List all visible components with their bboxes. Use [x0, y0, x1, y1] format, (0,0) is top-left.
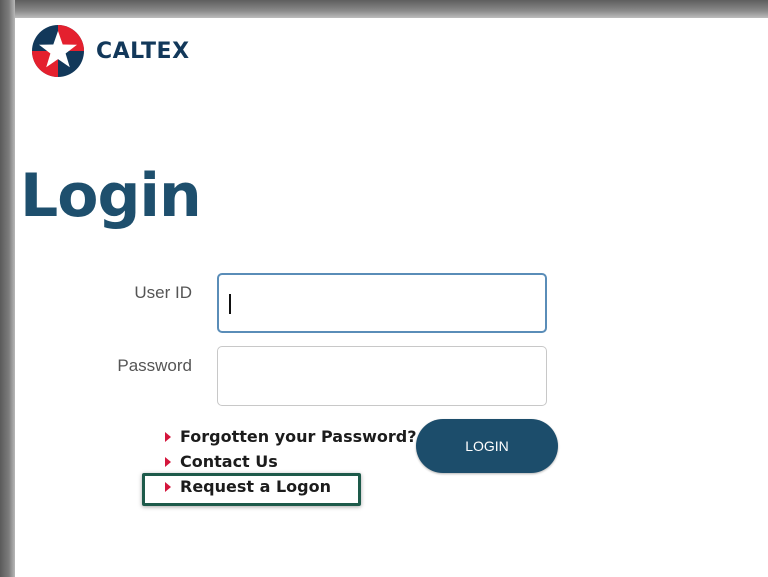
- forgot-password-label: Forgotten your Password?: [180, 427, 417, 446]
- brand-name: CALTEX: [96, 38, 190, 64]
- user-id-label: User ID: [134, 283, 192, 302]
- arrow-right-icon: [165, 431, 171, 442]
- password-input[interactable]: [217, 346, 547, 406]
- forgot-password-link[interactable]: Forgotten your Password?: [165, 424, 417, 449]
- user-id-input[interactable]: [217, 273, 547, 333]
- window-frame-left: [0, 0, 15, 577]
- request-logon-highlight-box: [142, 473, 361, 506]
- password-label: Password: [117, 356, 192, 375]
- contact-us-link[interactable]: Contact Us: [165, 449, 417, 474]
- login-button[interactable]: LOGIN: [416, 419, 558, 473]
- page-title: Login: [20, 161, 202, 231]
- caltex-star-icon: [32, 25, 84, 77]
- arrow-right-icon: [165, 456, 171, 467]
- caltex-logo[interactable]: CALTEX: [31, 24, 190, 78]
- login-page: CALTEX Login User ID Password Forgotten …: [15, 18, 768, 577]
- window-frame-top: [0, 0, 768, 18]
- text-cursor: [229, 294, 231, 314]
- contact-us-label: Contact Us: [180, 452, 278, 471]
